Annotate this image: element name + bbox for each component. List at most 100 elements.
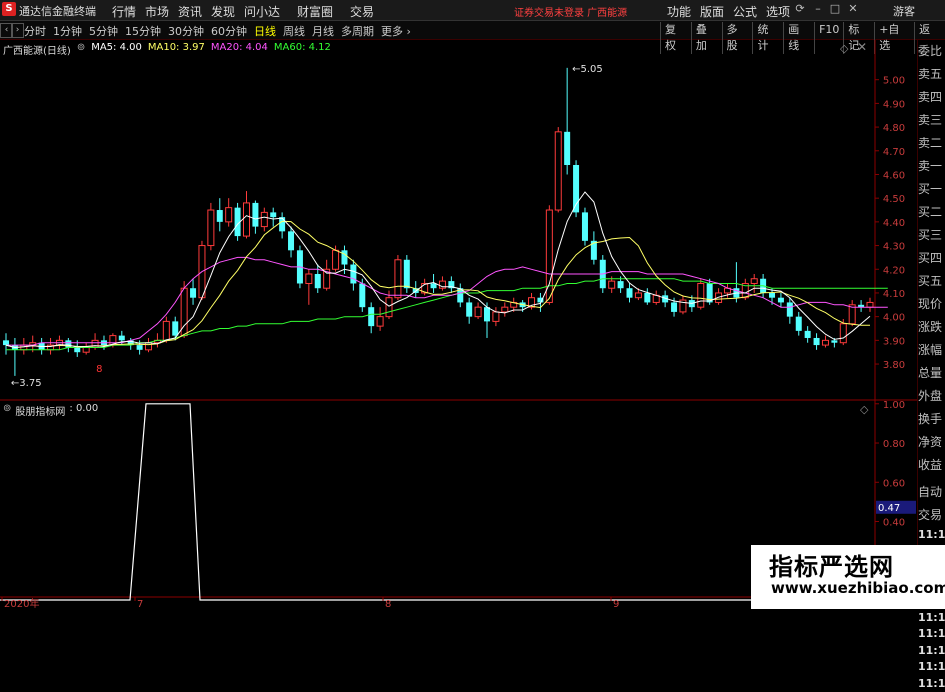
tab-60min[interactable]: 60分钟 <box>211 23 247 39</box>
candle-body-up <box>163 321 169 340</box>
close-icon[interactable]: ✕ <box>846 2 860 16</box>
main-legend: 广西能源(日线) ⊚ MA5: 4.00 MA10: 3.97 MA20: 4.… <box>3 42 331 57</box>
y-tick-label: 4.00 <box>883 313 905 324</box>
diamond-icon[interactable]: ◇ <box>860 403 868 416</box>
chevron-right-icon[interactable]: › <box>11 23 24 38</box>
menu-faxian[interactable]: 发现 <box>211 3 243 20</box>
tab-weekly[interactable]: 周线 <box>283 23 305 39</box>
candle-body-up <box>751 279 757 284</box>
quote-field-label: 卖五 <box>918 63 945 86</box>
candle-body-down <box>137 345 143 350</box>
tab-daily[interactable]: 日线 <box>254 23 276 39</box>
tab-monthly[interactable]: 月线 <box>312 23 334 39</box>
refresh-icon[interactable]: ⟳ <box>793 2 807 16</box>
menu-banmian[interactable]: 版面 <box>700 3 724 20</box>
x-tick-label: 9 <box>613 599 619 609</box>
quote-field-label: 卖三 <box>918 109 945 132</box>
menu-xuanxiang[interactable]: 选项 <box>766 3 790 20</box>
y-tick-label: 4.40 <box>883 218 905 229</box>
quote-field-label: 卖四 <box>918 86 945 109</box>
candle-body-up <box>609 281 615 288</box>
menu-gongneng[interactable]: 功能 <box>667 3 691 20</box>
candle-body-up <box>377 317 383 326</box>
tab-fenshi[interactable]: 分时 <box>24 23 46 39</box>
watermark: 指标严选网 www.xuezhibiao.com <box>751 545 945 609</box>
high-price-label: ←5.05 <box>572 64 603 75</box>
menu-zixun[interactable]: 资讯 <box>178 3 210 20</box>
candle-body-down <box>431 283 437 288</box>
quote-field-label: 收益 <box>918 454 945 477</box>
candle-body-up <box>21 345 27 350</box>
candle-body-up <box>555 132 561 210</box>
quote-field-label[interactable]: 交易 <box>918 504 945 527</box>
menu-caifuquan[interactable]: 财富圈 <box>297 3 349 20</box>
candle-body-up <box>83 347 89 352</box>
candle-body-down <box>359 283 365 307</box>
right-menu: 功能 版面 公式 选项 <box>667 3 799 20</box>
tab-multi-period[interactable]: 多周期 <box>341 23 374 39</box>
more-label: 更多 <box>381 25 403 38</box>
candle-body-up <box>395 260 401 298</box>
guest-user[interactable]: 游客 <box>893 3 915 19</box>
menu-jiaoyi[interactable]: 交易 <box>350 3 382 20</box>
diamond-icon[interactable]: ◇ <box>840 42 848 55</box>
stock-name[interactable]: 广西能源(日线) <box>3 42 71 57</box>
app-name: 通达信金融终端 <box>19 3 96 19</box>
y-tick-label: 4.50 <box>883 194 905 205</box>
candle-body-down <box>484 307 490 321</box>
candle-body-down <box>787 302 793 316</box>
quote-field-label: 外盘 <box>918 385 945 408</box>
sub-y-tick-label: 0.40 <box>883 518 905 529</box>
candle-body-down <box>65 340 71 347</box>
ma5-line <box>6 192 870 348</box>
tab-15min[interactable]: 15分钟 <box>125 23 161 39</box>
indicator-legend: ⊚ 股朋指标网 : 0.00 <box>3 403 98 418</box>
menu-wenxiaoda[interactable]: 问小达 <box>244 3 296 20</box>
minimize-icon[interactable]: – <box>811 2 825 16</box>
menu-shichang[interactable]: 市场 <box>145 3 177 20</box>
quote-field-label: 净资 <box>918 431 945 454</box>
maximize-icon[interactable]: □ <box>828 2 842 16</box>
sub-y-tick-label: 1.00 <box>883 400 905 411</box>
y-tick-label: 5.00 <box>883 76 905 87</box>
period-toolbar: ‹ › 分时 1分钟 5分钟 15分钟 30分钟 60分钟 日线 周线 月线 多… <box>0 21 945 40</box>
candle-body-down <box>368 307 374 326</box>
app-logo: S <box>2 2 16 16</box>
tab-30min[interactable]: 30分钟 <box>168 23 204 39</box>
tab-5min[interactable]: 5分钟 <box>89 23 118 39</box>
main-menu: 行情 市场 资讯 发现 问小达 财富圈 交易 <box>112 3 383 20</box>
candle-body-down <box>805 331 811 338</box>
tab-more[interactable]: 更多 › <box>381 23 411 39</box>
menu-gongshi[interactable]: 公式 <box>733 3 757 20</box>
candle-body-down <box>217 210 223 222</box>
legend-toggle-icon[interactable]: ⊚ <box>3 403 11 418</box>
trade-time: 11:10 <box>918 527 945 544</box>
ma20-line <box>6 257 888 345</box>
candle-body-down <box>644 293 650 302</box>
quote-field-label: 买五 <box>918 270 945 293</box>
tab-1min[interactable]: 1分钟 <box>53 23 82 39</box>
close-icon[interactable]: ✕ <box>857 40 867 54</box>
trade-time: 11:11 <box>918 626 945 643</box>
candle-body-down <box>564 132 570 165</box>
x-tick-label: 8 <box>385 599 391 609</box>
indicator-value: : 0.00 <box>69 403 98 418</box>
candle-body-up <box>146 343 152 350</box>
indicator-name[interactable]: 股朋指标网 <box>15 403 65 418</box>
candle-body-up <box>386 298 392 317</box>
candle-body-up <box>243 203 249 236</box>
menu-hangqing[interactable]: 行情 <box>112 3 144 20</box>
y-tick-label: 4.80 <box>883 123 905 134</box>
trade-time: 11:11 <box>918 610 945 627</box>
kline-chart[interactable]: 3.803.904.004.104.204.304.404.504.604.70… <box>0 40 917 609</box>
quote-field-label[interactable]: 自动 <box>918 481 945 504</box>
candle-body-down <box>404 260 410 288</box>
candle-body-down <box>778 298 784 303</box>
ma60-label: MA60: 4.12 <box>274 42 331 57</box>
legend-toggle-icon[interactable]: ⊚ <box>77 42 85 57</box>
moving-average-lines <box>6 192 888 350</box>
candle-body-up <box>208 210 214 246</box>
trade-login-warning[interactable]: 证券交易未登录 广西能源 <box>514 4 627 19</box>
candle-body-up <box>502 307 508 312</box>
candle-body-down <box>190 288 196 297</box>
